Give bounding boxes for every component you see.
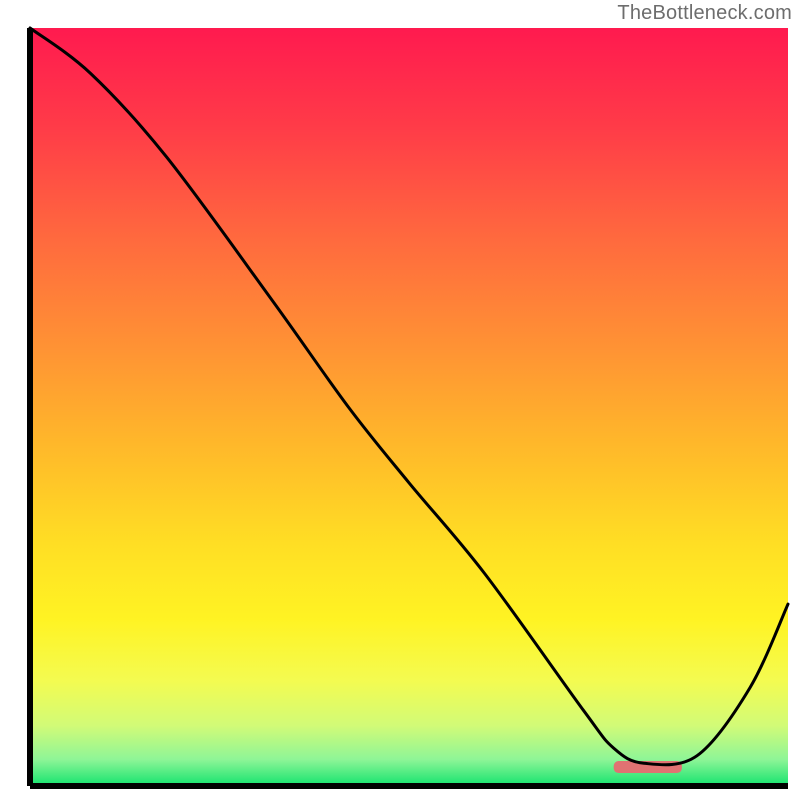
watermark-text: TheBottleneck.com xyxy=(617,2,792,25)
chart-container: { "watermark": "TheBottleneck.com", "cha… xyxy=(0,0,800,800)
plot-background xyxy=(30,28,788,786)
plot-svg xyxy=(0,0,800,800)
